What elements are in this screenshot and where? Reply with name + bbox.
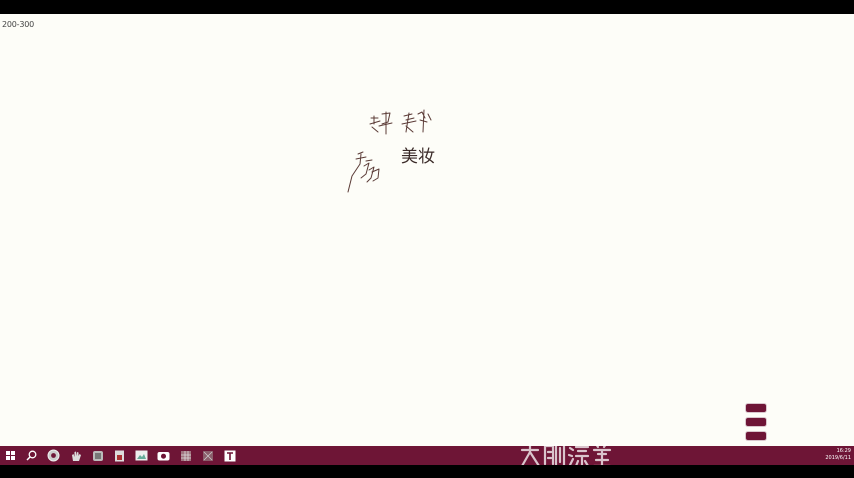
side-button-2[interactable]	[746, 418, 766, 426]
browser-icon[interactable]	[47, 449, 60, 462]
system-clock[interactable]: 16:29 2019/6/11	[825, 448, 851, 462]
search-icon[interactable]	[25, 449, 38, 462]
clock-time: 16:29	[836, 448, 851, 454]
camera-icon[interactable]	[157, 449, 170, 462]
hand-icon[interactable]	[69, 449, 82, 462]
app-icon[interactable]	[91, 449, 104, 462]
side-button-1[interactable]	[746, 404, 766, 412]
picture-icon[interactable]	[135, 449, 148, 462]
page-range-label: 200-300	[2, 20, 35, 29]
text-icon[interactable]	[223, 449, 236, 462]
handwriting-strokes	[347, 109, 432, 193]
grid-icon[interactable]	[179, 449, 192, 462]
windows-start-icon[interactable]	[4, 449, 17, 462]
taskbar: 16:29 2019/6/11	[0, 446, 854, 465]
grid-icon-2[interactable]	[201, 449, 214, 462]
side-button-3[interactable]	[746, 432, 766, 440]
document-icon[interactable]	[113, 449, 126, 462]
handwriting-label: 美妆	[401, 147, 435, 167]
bottom-letterbox	[0, 465, 854, 478]
clock-date: 2019/6/11	[825, 455, 851, 461]
whiteboard-canvas[interactable]: 200-300 美妆	[0, 14, 854, 446]
